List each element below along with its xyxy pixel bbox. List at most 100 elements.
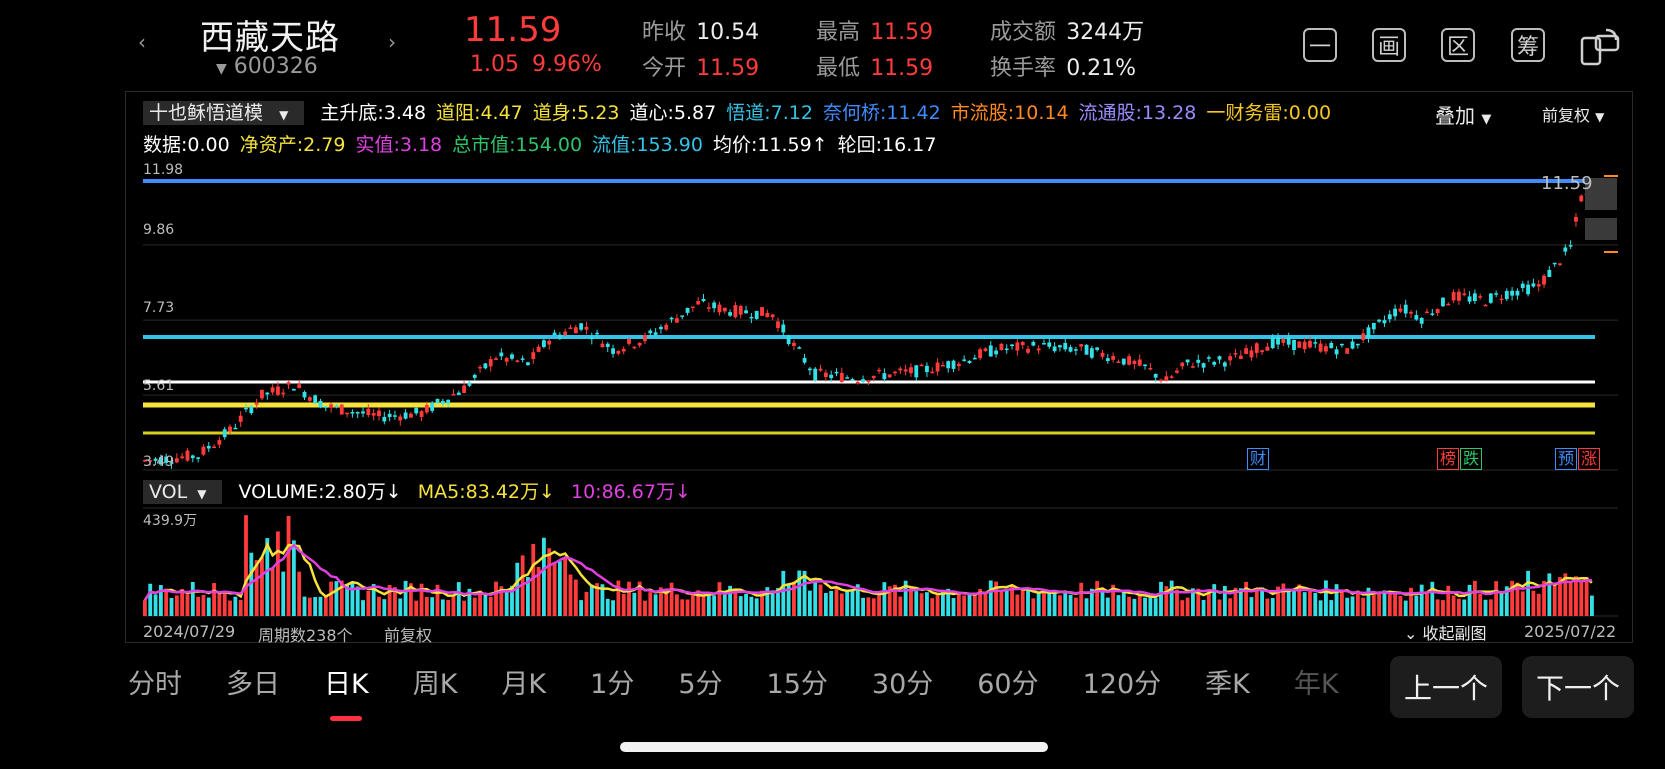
candle-body	[664, 324, 669, 330]
candle-body	[749, 316, 754, 319]
volume-bar	[1036, 591, 1041, 616]
volume-indicator-selector[interactable]: VOL ▼	[143, 480, 223, 504]
candle-body	[1345, 348, 1350, 354]
candle-body	[1361, 333, 1366, 340]
candle-body	[1159, 379, 1163, 382]
candle-body	[861, 379, 866, 383]
volume-bar	[690, 593, 695, 616]
candle-body	[260, 389, 264, 399]
tab-fenshi[interactable]: 分时	[128, 662, 182, 701]
tab-season-k[interactable]: 季K	[1205, 662, 1250, 701]
volume-bar	[621, 593, 626, 616]
candle-body	[238, 415, 243, 422]
tab-month-k[interactable]: 月K	[501, 662, 546, 701]
home-indicator[interactable]	[620, 742, 1048, 752]
candle-body	[802, 357, 807, 363]
candle-body	[1010, 344, 1014, 347]
candle-body	[302, 391, 307, 398]
candle-body	[1286, 337, 1291, 345]
candle-body	[940, 364, 945, 367]
volume-bar	[414, 600, 419, 616]
volume-bar	[1579, 582, 1584, 616]
volume-bar	[1350, 596, 1355, 616]
volume-bar	[1339, 589, 1344, 616]
candle-body	[1457, 291, 1461, 301]
volume-bar	[1313, 592, 1318, 616]
next-button[interactable]: 下一个	[1522, 656, 1634, 718]
volume-bar	[1042, 590, 1046, 616]
tab-5min[interactable]: 5分	[678, 662, 722, 701]
candle-body	[1206, 357, 1211, 359]
tab-120min[interactable]: 120分	[1083, 662, 1162, 701]
candle-body	[898, 368, 903, 371]
price-marker	[1585, 218, 1617, 240]
collapse-subchart-button[interactable]: ⌄ 收起副图	[1404, 620, 1487, 644]
candle-body	[446, 399, 451, 404]
start-date: 2024/07/29	[143, 622, 236, 641]
candle-body	[930, 371, 935, 374]
volume-bar	[1451, 595, 1456, 616]
candle-body	[573, 327, 578, 334]
candle-body	[270, 387, 275, 393]
volume-bar	[701, 595, 706, 616]
tab-30min[interactable]: 30分	[872, 662, 933, 701]
candle-body	[1265, 346, 1270, 351]
tab-year-k[interactable]: 年K	[1294, 662, 1339, 701]
candle-body	[1222, 362, 1227, 367]
tab-multiday[interactable]: 多日	[226, 662, 280, 701]
volume-bar	[552, 561, 557, 616]
volume-bar	[1377, 591, 1382, 616]
volume-bar	[1441, 600, 1445, 616]
volume-bar	[589, 584, 594, 616]
volume-bar	[1398, 595, 1403, 616]
volume-bar	[334, 581, 339, 616]
candle-body	[313, 395, 318, 404]
fall-badge[interactable]: 跌	[1460, 448, 1483, 470]
volume-bar	[291, 540, 296, 616]
ma5-value: MA5:83.42万↓	[417, 481, 555, 503]
forecast-badge[interactable]: 预	[1555, 448, 1578, 470]
volume-bar	[1361, 597, 1366, 616]
volume-bar	[430, 597, 435, 616]
volume-bar	[1260, 587, 1264, 616]
kline-chart[interactable]	[0, 0, 1665, 769]
candle-body	[1079, 344, 1084, 347]
candle-body	[1196, 359, 1201, 363]
candle-body	[717, 304, 722, 313]
candle-body	[281, 392, 286, 395]
volume-bar	[653, 594, 658, 616]
tab-week-k[interactable]: 周K	[413, 662, 458, 701]
volume-bar	[307, 597, 312, 616]
candle-body	[1244, 348, 1249, 354]
volume-bar	[1127, 596, 1132, 616]
candle-body	[733, 305, 738, 318]
candle-body	[244, 407, 248, 410]
rank-badge[interactable]: 榜	[1437, 448, 1460, 470]
candle-body	[839, 372, 844, 383]
candle-body	[893, 371, 897, 374]
candle-body	[1387, 314, 1392, 320]
volume-bar	[861, 597, 866, 616]
tab-day-k[interactable]: 日K	[324, 662, 369, 701]
candle-body	[233, 427, 238, 430]
tab-60min[interactable]: 60分	[977, 662, 1038, 701]
candle-body	[738, 305, 743, 315]
candle-body	[1515, 290, 1520, 296]
candle-body	[776, 321, 780, 328]
candle-body	[1409, 311, 1413, 314]
volume-bar	[1382, 590, 1387, 616]
candle-body	[706, 307, 711, 309]
volume-bar	[563, 558, 568, 616]
tab-1min[interactable]: 1分	[590, 662, 634, 701]
volume-bar	[1153, 598, 1158, 616]
prev-button[interactable]: 上一个	[1390, 656, 1502, 718]
candle-body	[1004, 348, 1009, 350]
volume-bar	[1073, 597, 1078, 616]
rise-badge[interactable]: 涨	[1578, 448, 1601, 470]
candle-body	[1568, 245, 1573, 247]
tab-15min[interactable]: 15分	[767, 662, 828, 701]
volume-bar	[1265, 598, 1270, 616]
finance-badge[interactable]: 财	[1247, 448, 1270, 470]
candle-body	[1068, 347, 1073, 352]
volume-bar	[1584, 577, 1589, 616]
